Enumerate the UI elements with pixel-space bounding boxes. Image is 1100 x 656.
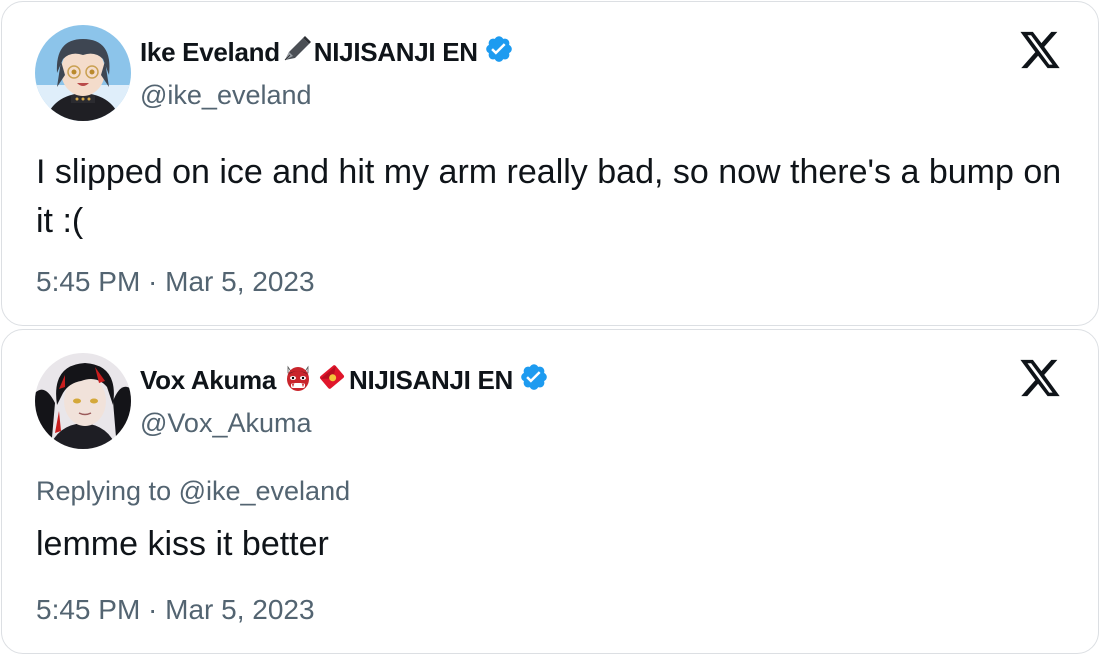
timestamp[interactable]: 5:45 PM · Mar 5, 2023: [36, 266, 315, 298]
display-name-row[interactable]: Ike Eveland NIJISANJI EN: [140, 35, 514, 69]
avatar[interactable]: [35, 353, 131, 449]
display-name[interactable]: Ike Eveland: [140, 37, 280, 68]
tweet-text: lemme kiss it better: [36, 525, 329, 563]
x-logo-icon[interactable]: [1018, 30, 1062, 75]
tweet-card[interactable]: Vox Akuma NIJISANJI EN @Vox_Akuma Replyi…: [1, 329, 1099, 654]
avatar[interactable]: [35, 25, 131, 121]
verified-badge-icon: [484, 34, 514, 71]
name-suffix[interactable]: NIJISANJI EN: [349, 365, 513, 396]
display-name[interactable]: Vox Akuma: [140, 365, 276, 396]
timestamp[interactable]: 5:45 PM · Mar 5, 2023: [36, 594, 315, 626]
x-logo-icon[interactable]: [1018, 358, 1062, 403]
replying-to[interactable]: Replying to @ike_eveland: [36, 476, 350, 507]
tweet-text: I slipped on ice and hit my arm really b…: [36, 153, 1062, 240]
ogre-icon: [282, 361, 314, 400]
display-name-row[interactable]: Vox Akuma NIJISANJI EN: [140, 363, 549, 397]
red-envelope-icon: [316, 361, 348, 400]
user-handle[interactable]: @Vox_Akuma: [140, 408, 312, 439]
fountain-pen-icon: [281, 34, 313, 71]
verified-badge-icon: [519, 362, 549, 399]
name-suffix[interactable]: NIJISANJI EN: [314, 37, 478, 68]
tweet-card[interactable]: Ike Eveland NIJISANJI EN @ike_eveland I …: [1, 1, 1099, 326]
user-handle[interactable]: @ike_eveland: [140, 80, 312, 111]
